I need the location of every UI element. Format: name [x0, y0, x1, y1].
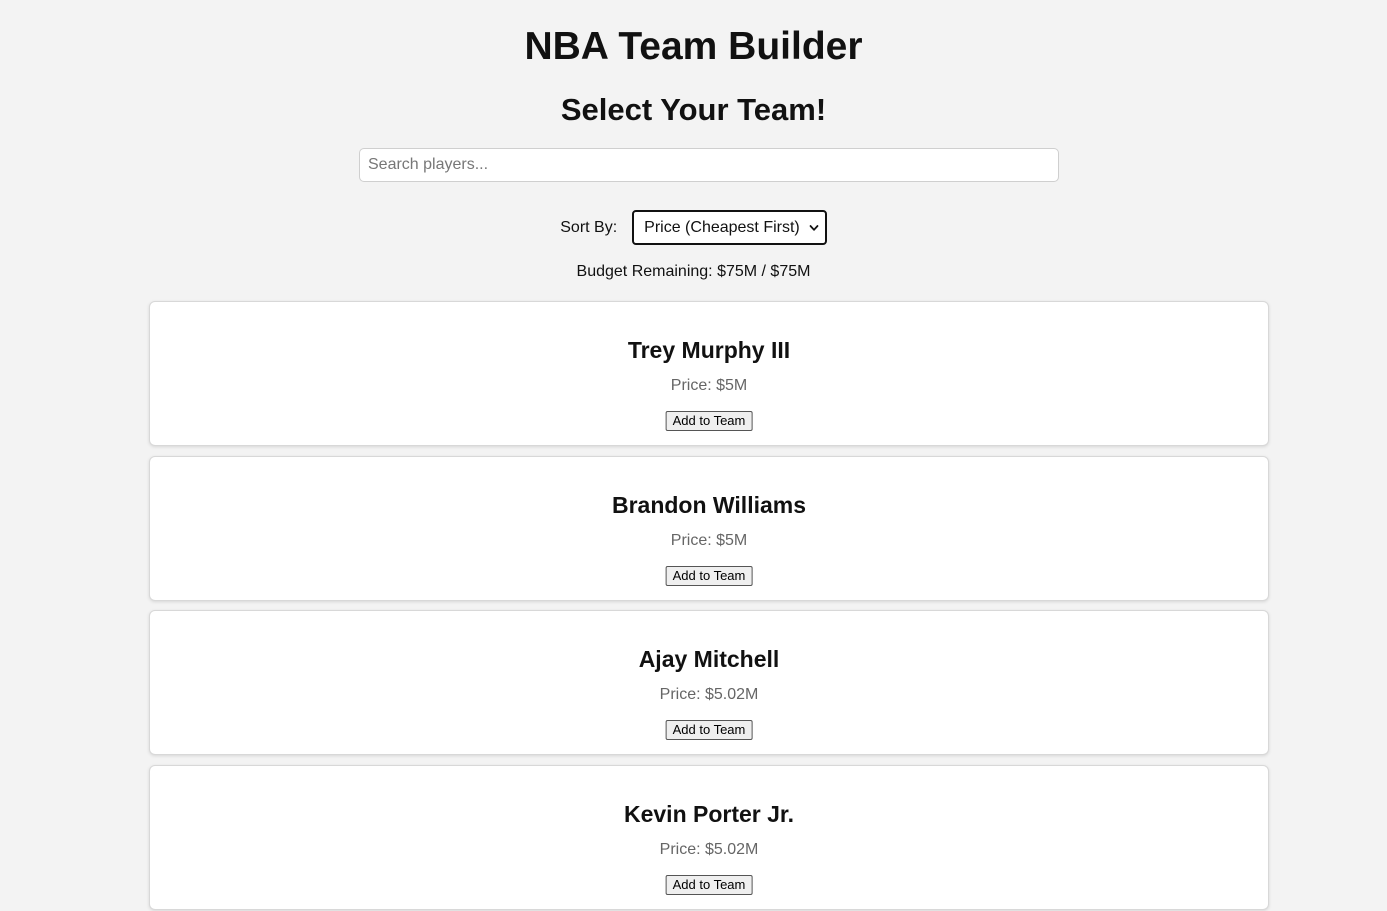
- page-subtitle: Select Your Team!: [560, 92, 827, 127]
- page: NBA Team Builder Select Your Team! Sort …: [0, 0, 1387, 911]
- add-to-team-button[interactable]: Add to Team: [665, 411, 753, 431]
- player-name: Trey Murphy III: [627, 337, 791, 363]
- player-card: Kevin Porter Jr. Price: $5.02M Add to Te…: [149, 765, 1269, 910]
- player-name: Kevin Porter Jr.: [623, 801, 795, 827]
- player-name: Ajay Mitchell: [638, 646, 780, 672]
- player-price: Price: $5.02M: [659, 686, 759, 703]
- player-card: Brandon Williams Price: $5M Add to Team: [149, 456, 1269, 601]
- page-title: NBA Team Builder: [524, 25, 863, 68]
- player-price: Price: $5.02M: [659, 841, 759, 858]
- sort-row: Sort By: Price (Cheapest First): [0, 210, 1387, 245]
- player-card: Ajay Mitchell Price: $5.02M Add to Team: [149, 610, 1269, 755]
- player-name: Brandon Williams: [611, 492, 807, 518]
- sort-label: Sort By:: [560, 218, 618, 236]
- player-price: Price: $5M: [670, 532, 748, 549]
- sort-select[interactable]: Price (Cheapest First): [632, 210, 827, 245]
- search-input[interactable]: [359, 148, 1059, 182]
- add-to-team-button[interactable]: Add to Team: [665, 566, 753, 586]
- player-card: Trey Murphy III Price: $5M Add to Team: [149, 301, 1269, 446]
- budget-remaining: Budget Remaining: $75M / $75M: [576, 263, 811, 280]
- add-to-team-button[interactable]: Add to Team: [665, 720, 753, 740]
- player-price: Price: $5M: [670, 377, 748, 394]
- add-to-team-button[interactable]: Add to Team: [665, 875, 753, 895]
- sort-select-value: Price (Cheapest First): [644, 218, 800, 236]
- chevron-down-icon: [809, 223, 819, 233]
